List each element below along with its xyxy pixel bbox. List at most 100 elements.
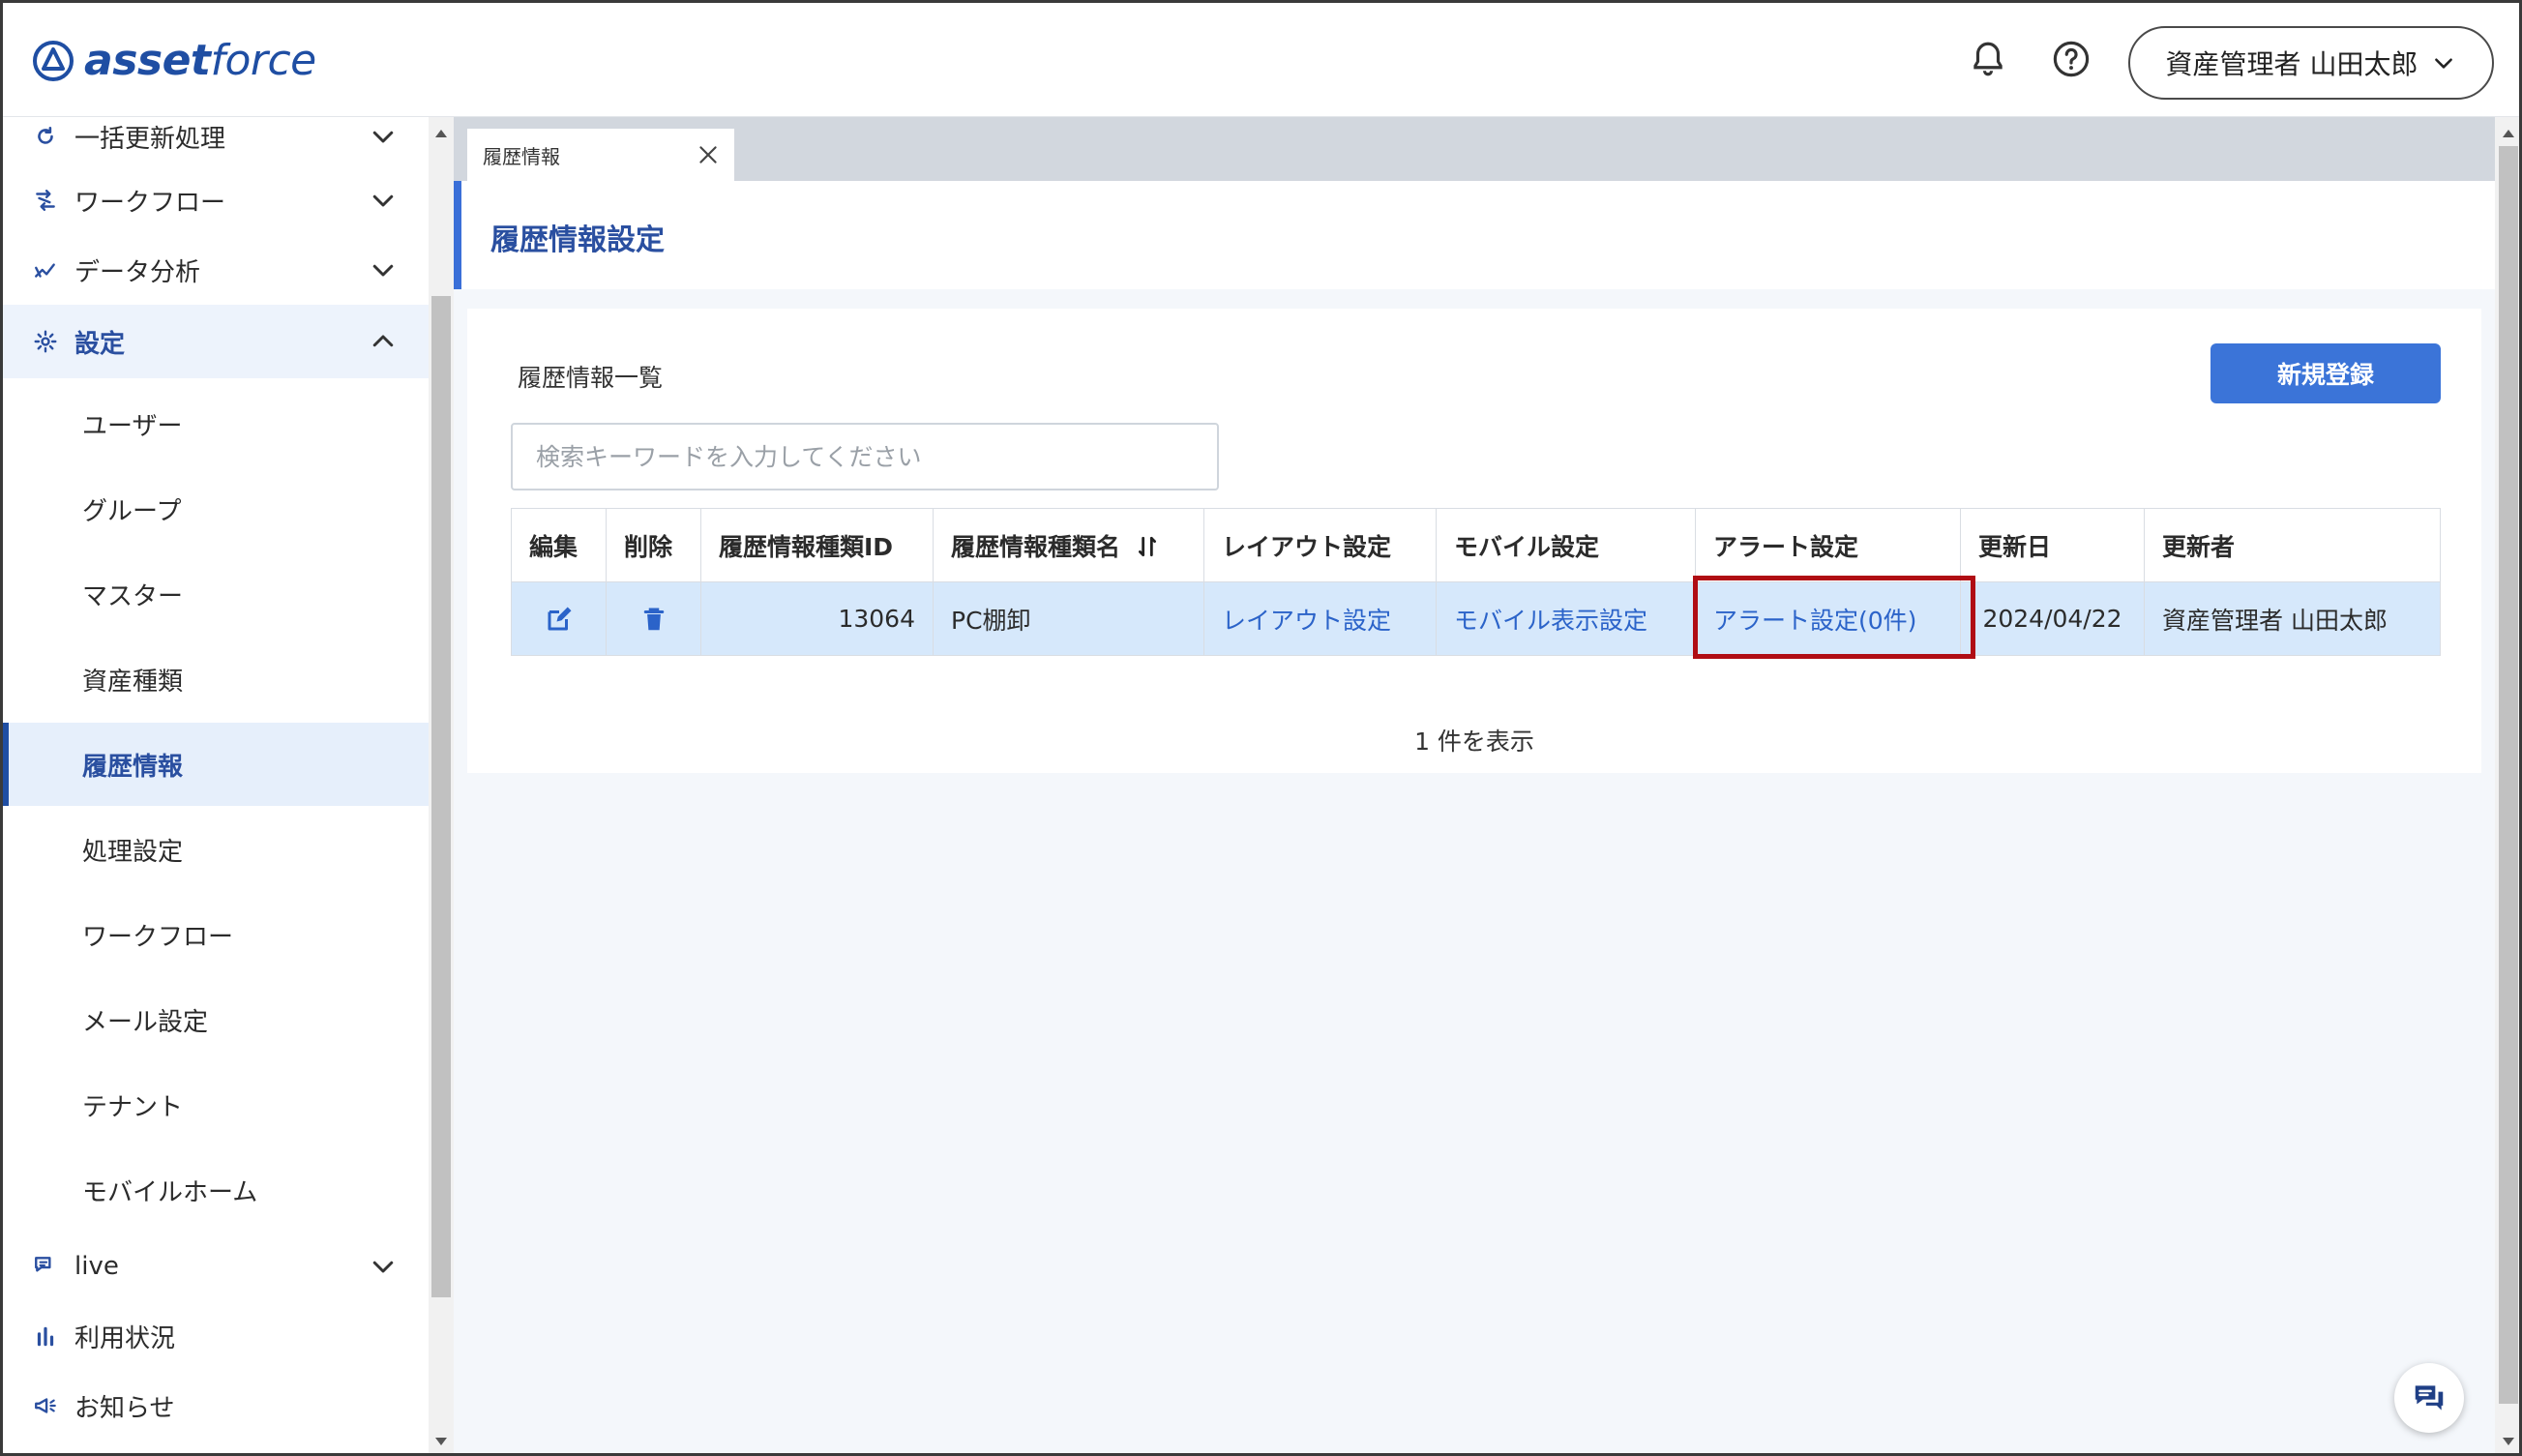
search-input[interactable] xyxy=(511,423,1219,490)
sidebar-item-label: ユーザー xyxy=(82,411,183,441)
user-menu-button[interactable]: 資産管理者 山田太郎 xyxy=(2128,26,2494,100)
bell-icon[interactable] xyxy=(1965,36,2011,82)
new-register-button[interactable]: 新規登録 xyxy=(2210,343,2441,403)
sidebar-item-label: 設定 xyxy=(74,329,126,359)
chat-icon xyxy=(32,1253,59,1280)
sort-icon[interactable] xyxy=(1135,534,1160,559)
sidebar-item-label: テナント xyxy=(82,1092,184,1122)
history-info-table: 編集 削除 履歴情報種類ID 履歴情報種類名 レイアウト設定 モバイル設定 アラ… xyxy=(511,508,2441,656)
sidebar-item-mobile-home[interactable]: モバイルホーム xyxy=(3,1148,429,1232)
top-header: assetforce 資産管理者 山田太郎 xyxy=(3,3,2519,117)
result-count: 1 件を表示 xyxy=(1414,728,1534,756)
sidebar-item-notices[interactable]: お知らせ xyxy=(3,1371,429,1441)
chat-icon xyxy=(2415,1385,2444,1411)
chevron-down-icon xyxy=(372,1261,394,1273)
bar-chart-icon xyxy=(32,1322,59,1350)
table-header-row: 編集 削除 履歴情報種類ID 履歴情報種類名 レイアウト設定 モバイル設定 アラ… xyxy=(511,508,2441,582)
page-title: 履歴情報設定 xyxy=(490,223,665,257)
tab-history-info[interactable]: 履歴情報 xyxy=(467,129,734,181)
edit-cell xyxy=(511,581,607,656)
sidebar-item-label: 資産種類 xyxy=(82,667,184,697)
page-title-bar: 履歴情報設定 xyxy=(454,181,2495,289)
sidebar-item-label: お知らせ xyxy=(74,1393,175,1423)
analytics-icon xyxy=(32,256,59,283)
mobile-settings-link[interactable]: モバイル表示設定 xyxy=(1436,581,1696,656)
main-content: 履歴情報 履歴情報設定 履歴情報一覧 新規登録 編集 削除 履歴情報種類ID 履… xyxy=(454,117,2495,1453)
sidebar-item-workflow-settings[interactable]: ワークフロー xyxy=(3,893,429,976)
sidebar-item-label: ワークフロー xyxy=(82,922,234,952)
tab-label: 履歴情報 xyxy=(483,144,560,168)
sidebar-item-label: データ分析 xyxy=(74,257,201,287)
sidebar-item-label: マスター xyxy=(82,581,184,611)
layout-settings-link[interactable]: レイアウト設定 xyxy=(1203,581,1437,656)
sidebar-item-live[interactable]: live xyxy=(3,1232,429,1301)
user-name: 資産管理者 山田太郎 xyxy=(2165,48,2418,80)
sidebar-item-tenant[interactable]: テナント xyxy=(3,1063,429,1146)
sidebar-item-settings[interactable]: 設定 xyxy=(3,305,429,378)
sidebar-item-label: 処理設定 xyxy=(82,837,184,867)
type-id-cell: 13064 xyxy=(700,581,934,656)
main-scroll-thumb[interactable] xyxy=(2499,146,2518,1404)
sidebar-item-history-info[interactable]: 履歴情報 xyxy=(3,723,429,806)
table-row: 13064 PC棚卸 レイアウト設定 モバイル表示設定 アラート設定(0件) 2… xyxy=(511,581,2441,656)
col-header-label: 履歴情報種類名 xyxy=(951,532,1121,561)
sidebar-item-workflow[interactable]: ワークフロー xyxy=(3,165,429,235)
col-header-updater: 更新者 xyxy=(2144,508,2441,582)
col-header-updated: 更新日 xyxy=(1960,508,2145,582)
updated-date-cell: 2024/04/22 xyxy=(1960,581,2145,656)
help-icon[interactable] xyxy=(2048,36,2094,82)
list-card: 履歴情報一覧 新規登録 編集 削除 履歴情報種類ID 履歴情報種類名 レイアウト… xyxy=(467,309,2481,773)
scroll-up-arrow-icon[interactable] xyxy=(433,127,449,140)
sidebar-item-groups[interactable]: グループ xyxy=(3,467,429,550)
tab-bar: 履歴情報 xyxy=(454,117,2495,181)
sidebar-item-label: ワークフロー xyxy=(74,188,226,218)
sidebar-item-label: 一括更新処理 xyxy=(74,124,226,154)
logo-text: assetforce xyxy=(84,36,316,85)
updater-cell: 資産管理者 山田太郎 xyxy=(2144,581,2441,656)
list-title: 履歴情報一覧 xyxy=(518,364,664,392)
refresh-icon xyxy=(32,123,59,150)
sidebar-item-usage[interactable]: 利用状況 xyxy=(3,1301,429,1371)
chat-support-button[interactable] xyxy=(2394,1363,2464,1433)
scroll-down-arrow-icon[interactable] xyxy=(433,1435,449,1448)
alert-settings-link[interactable]: アラート設定(0件) xyxy=(1695,581,1961,656)
sidebar-scrollbar[interactable] xyxy=(429,117,454,1453)
close-icon[interactable] xyxy=(696,142,721,167)
col-header-type-name[interactable]: 履歴情報種類名 xyxy=(933,508,1204,582)
sidebar-item-bulk-update[interactable]: 一括更新処理 xyxy=(3,117,429,156)
gear-icon xyxy=(32,328,59,355)
sidebar-item-process-settings[interactable]: 処理設定 xyxy=(3,808,429,891)
sidebar-item-label: グループ xyxy=(82,496,182,526)
col-header-mobile: モバイル設定 xyxy=(1436,508,1696,582)
edit-icon[interactable] xyxy=(545,605,574,634)
main-scrollbar[interactable] xyxy=(2495,117,2519,1453)
scroll-up-arrow-icon[interactable] xyxy=(2501,127,2516,140)
trash-icon[interactable] xyxy=(639,605,668,634)
col-header-delete: 削除 xyxy=(606,508,701,582)
col-header-alert: アラート設定 xyxy=(1695,508,1961,582)
delete-cell xyxy=(606,581,701,656)
col-header-edit: 編集 xyxy=(511,508,607,582)
app-window: assetforce 資産管理者 山田太郎 一括更新処理 ワークフロー データ分… xyxy=(0,0,2522,1456)
col-header-type-id[interactable]: 履歴情報種類ID xyxy=(700,508,934,582)
sidebar: 一括更新処理 ワークフロー データ分析 設定 ユーザー グループ マスター 資産… xyxy=(3,117,429,1453)
sidebar-scroll-thumb[interactable] xyxy=(431,296,451,1297)
sidebar-item-data-analysis[interactable]: データ分析 xyxy=(3,235,429,305)
scroll-down-arrow-icon[interactable] xyxy=(2501,1435,2516,1448)
sidebar-item-mail-settings[interactable]: メール設定 xyxy=(3,978,429,1061)
chevron-up-icon xyxy=(372,335,394,347)
sidebar-item-label: 履歴情報 xyxy=(82,752,184,782)
type-name-cell: PC棚卸 xyxy=(933,581,1204,656)
sidebar-item-users[interactable]: ユーザー xyxy=(3,382,429,465)
chevron-down-icon xyxy=(2435,58,2453,69)
sidebar-item-label: メール設定 xyxy=(82,1007,209,1037)
sidebar-item-label: 利用状況 xyxy=(74,1323,176,1353)
chevron-down-icon xyxy=(372,194,394,207)
sidebar-item-label: live xyxy=(74,1252,119,1281)
sidebar-item-master[interactable]: マスター xyxy=(3,552,429,636)
logo-icon xyxy=(33,41,74,81)
brand-logo[interactable]: assetforce xyxy=(32,34,316,88)
sidebar-item-asset-types[interactable]: 資産種類 xyxy=(3,638,429,721)
workflow-icon xyxy=(32,187,59,214)
chevron-down-icon xyxy=(372,131,394,143)
